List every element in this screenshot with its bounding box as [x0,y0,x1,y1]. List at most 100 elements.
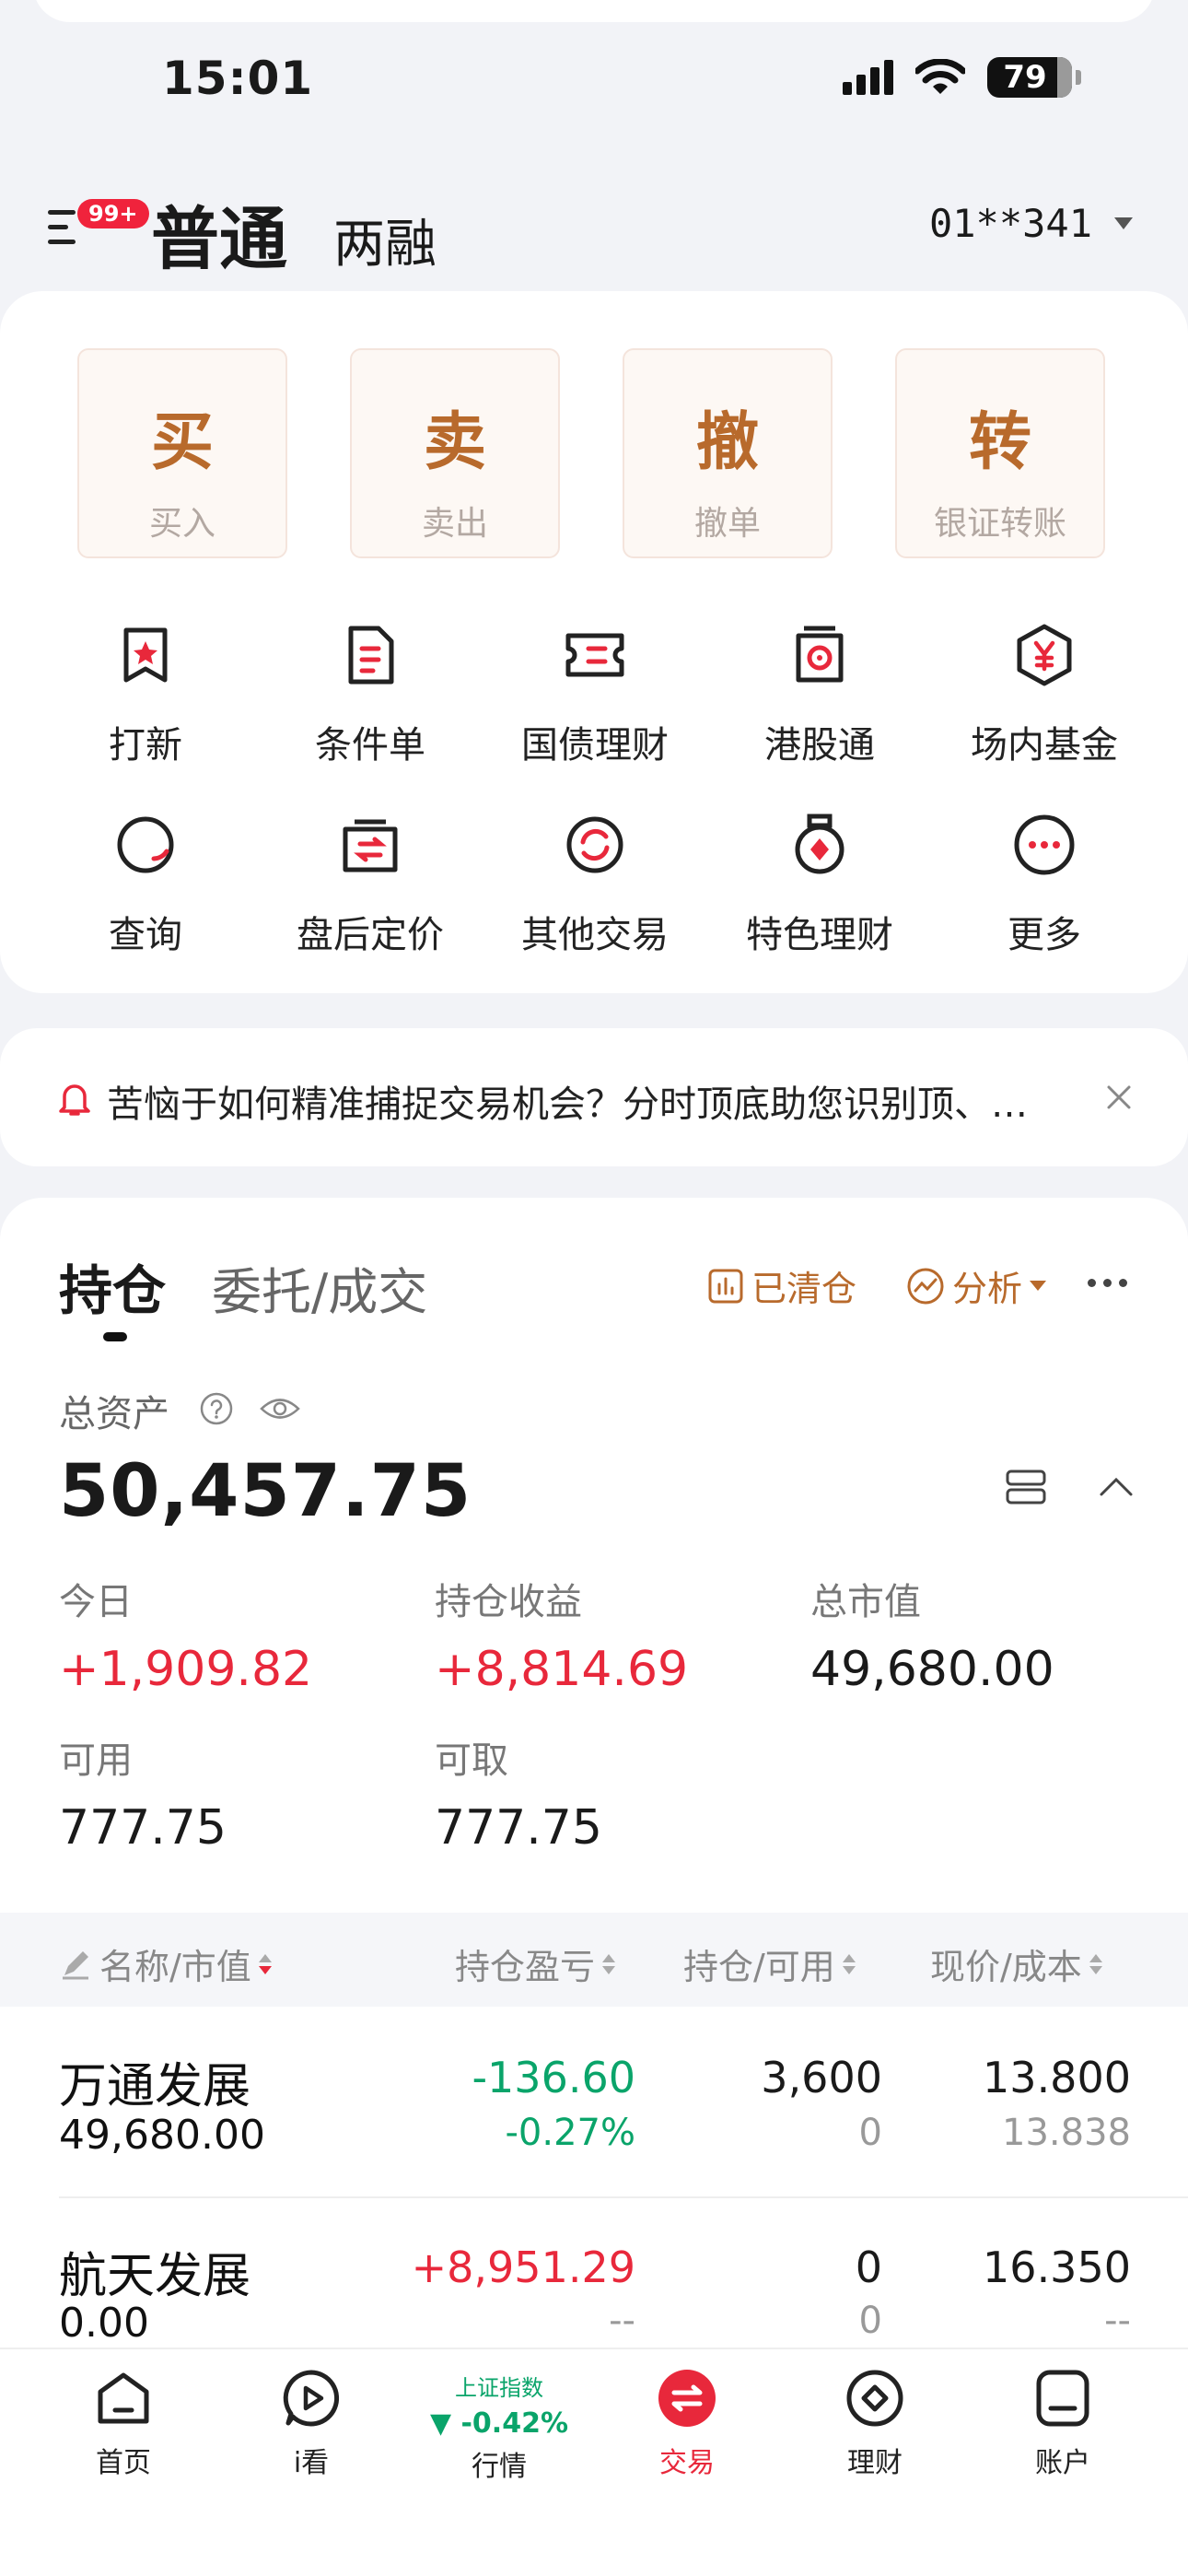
account-type-margin[interactable]: 两融 [333,203,437,277]
grid-item-hk-connect[interactable]: 港股通 [707,623,932,768]
edit-icon [63,1950,88,1979]
tab-label: 账户 [1035,2447,1090,2479]
signal-icon [843,60,893,95]
buy-glyph: 买 [150,406,214,479]
stock-price: 16.350 [983,2242,1131,2292]
tab-trade[interactable]: 交易 [595,2368,779,2480]
grid-label: 国债理财 [521,724,669,767]
analysis-label: 分析 [952,1269,1023,1309]
grid-item-query[interactable]: 查询 [33,813,258,958]
withdrawable-value: 777.75 [435,1800,602,1856]
eye-icon[interactable] [260,1395,300,1423]
grid-item-exchange-fund[interactable]: 场内基金 [932,623,1157,768]
home-icon [98,2372,149,2424]
grid-item-featured-finance[interactable]: 特色理财 [707,813,932,958]
today-label: 今日 [59,1581,133,1623]
grid-item-more[interactable]: 更多 [932,813,1157,958]
bell-icon [59,1084,90,1116]
close-icon[interactable] [1105,1083,1133,1111]
sell-button[interactable]: 卖 卖出 [350,348,560,558]
chevron-down-icon [1114,217,1133,229]
battery-icon: 79 [987,57,1072,98]
stock-market-value: 0.00 [59,2300,149,2347]
market-value: 49,680.00 [810,1642,1054,1697]
hk-flower-icon [796,626,844,683]
cleared-label: 已清仓 [751,1269,857,1309]
grid-item-ipo[interactable]: 打新 [33,623,258,768]
account-selector[interactable]: 01**341 [929,201,1133,246]
stock-profit-loss: +8,951.29 [411,2242,635,2292]
today-value: +1,909.82 [59,1642,313,1697]
grid-label: 盘后定价 [297,914,444,956]
sell-label: 卖出 [421,505,488,543]
grid-item-conditional-order[interactable]: 条件单 [258,623,483,768]
tab-finance[interactable]: 理财 [783,2368,967,2480]
tab-label: i看 [293,2447,330,2479]
bank-transfer-button[interactable]: 转 银证转账 [895,348,1105,558]
tab-label: 行情 [472,2451,527,2483]
account-type-normal[interactable]: 普通 [151,184,287,283]
stock-price: 13.800 [983,2053,1131,2102]
column-label: 持仓盈亏 [455,1947,596,1987]
layout-toggle-icon[interactable] [1006,1469,1046,1505]
search-icon [117,816,174,873]
transfer-glyph: 转 [968,406,1031,479]
total-assets-label: 总资产 [59,1384,169,1437]
status-icons: 79 [843,57,1081,98]
index-name: 上证指数 [455,2375,543,2401]
column-name-value[interactable]: 名称/市值 [59,1938,272,1989]
column-qty-available[interactable]: 持仓/可用 [683,1938,856,1989]
tab-positions[interactable]: 持仓 [59,1247,166,1325]
column-label: 持仓/可用 [683,1947,835,1987]
cancel-label: 撤单 [693,505,761,543]
total-assets-value: 50,457.75 [59,1450,472,1533]
grid-item-other-trade[interactable]: 其他交易 [483,813,707,958]
tab-label: 交易 [659,2447,715,2479]
stock-market-value: 49,680.00 [59,2112,265,2159]
grid-label: 条件单 [315,724,425,767]
tab-orders-trades[interactable]: 委托/成交 [212,1251,427,1324]
ribbon-star-icon [123,627,168,683]
tab-label: 首页 [96,2447,151,2479]
sell-glyph: 卖 [423,406,486,479]
more-options-icon[interactable] [1088,1279,1127,1287]
analysis-button[interactable]: 分析 [906,1260,1047,1311]
available-value: 777.75 [59,1800,227,1856]
cancel-glyph: 撤 [695,406,759,479]
withdrawable-label: 可取 [435,1739,508,1782]
stock-name: 万通发展 [59,2059,251,2114]
diamond-circle-icon [846,2370,903,2427]
help-icon[interactable] [199,1391,234,1426]
sort-icon [602,1953,616,1974]
stock-profit-loss: -136.60 [472,2053,635,2102]
grid-item-treasury[interactable]: 国债理财 [483,623,707,768]
refresh-circle-icon [566,816,623,873]
available-label: 可用 [59,1739,133,1782]
grid-label: 特色理财 [746,914,893,956]
buy-button[interactable]: 买 买入 [77,348,287,558]
row-divider [59,2196,1188,2198]
stock-available: 0 [858,2300,882,2342]
cleared-positions-button[interactable]: 已清仓 [707,1260,856,1311]
stock-profit-loss-pct: -0.27% [505,2112,635,2154]
column-label: 现价/成本 [930,1947,1082,1987]
notice-text[interactable]: 苦恼于如何精准捕捉交易机会？分时顶底助您识别顶、… [107,1074,1083,1128]
grid-label: 查询 [109,914,182,956]
sort-icon [258,1953,272,1974]
more-icon [1014,814,1075,875]
grid-label: 场内基金 [971,724,1118,767]
tab-account[interactable]: 账户 [971,2368,1155,2480]
tab-ikan[interactable]: i看 [219,2368,403,2480]
cancel-order-button[interactable]: 撤 撤单 [623,348,833,558]
chevron-up-icon[interactable] [1098,1474,1135,1498]
tab-home[interactable]: 首页 [31,2368,215,2480]
total-assets-text: 总资产 [59,1393,169,1435]
stock-quantity: 0 [855,2242,882,2292]
column-price-cost[interactable]: 现价/成本 [930,1938,1102,1989]
grid-item-after-hours[interactable]: 盘后定价 [258,813,483,958]
previous-card-edge [33,0,1155,22]
market-value-label: 总市值 [810,1581,921,1623]
tab-market[interactable]: 上证指数 ▼ -0.42% 行情 [407,2370,591,2484]
grid-label: 其他交易 [521,914,669,956]
column-profit-loss[interactable]: 持仓盈亏 [455,1938,616,1989]
